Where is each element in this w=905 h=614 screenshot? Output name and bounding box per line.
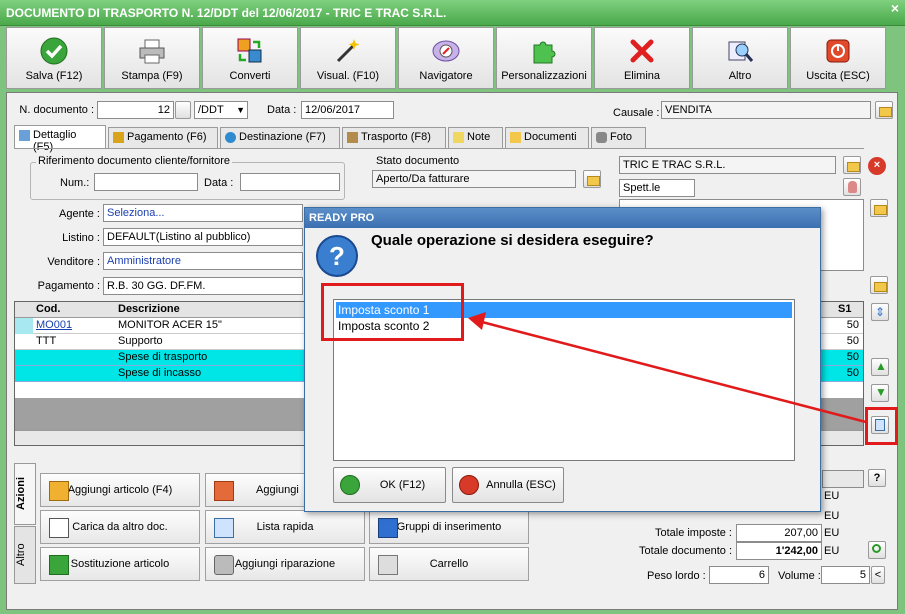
annotation-arrow (468, 312, 867, 424)
